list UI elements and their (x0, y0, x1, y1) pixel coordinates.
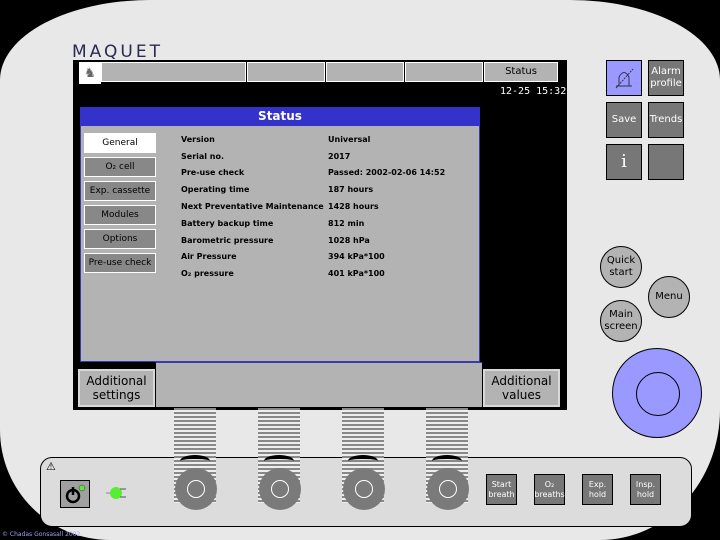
quick-start-button[interactable]: Quick start (600, 246, 642, 288)
start-breath-button[interactable]: Start breath (486, 474, 517, 505)
save-button[interactable]: Save (606, 102, 642, 138)
maquet-logo: MAQUET (72, 42, 163, 62)
row-label-serial: Serial no. (181, 152, 225, 161)
tab-modules[interactable]: Modules (84, 205, 156, 225)
row-value-version: Universal (328, 135, 371, 144)
knob-center (187, 480, 205, 498)
tab-exp-cassette[interactable]: Exp. cassette (84, 181, 156, 201)
row-label-barometric: Barometric pressure (181, 236, 274, 245)
info-button[interactable]: i (606, 144, 642, 180)
row-label-o2-pressure: O₂ pressure (181, 269, 234, 278)
row-label-battery: Battery backup time (181, 219, 274, 228)
row-label-operating-time: Operating time (181, 185, 250, 194)
tab-options[interactable]: Options (84, 229, 156, 249)
row-label-next-maintenance: Next Preventative Maintenance (181, 202, 324, 211)
topbar-tab-4[interactable] (405, 62, 483, 82)
knob-center (271, 480, 289, 498)
exp-hold-button[interactable]: Exp. hold (582, 474, 613, 505)
row-value-pre-use-check: Passed: 2002-02-06 14:52 (328, 168, 446, 177)
direct-access-knob-1[interactable] (175, 468, 217, 510)
copyright-text: © Chadas Gonsasall 2002 (2, 531, 81, 538)
mains-indicator-icon (104, 483, 128, 507)
blank-button[interactable] (648, 144, 684, 180)
row-value-barometric: 1028 hPa (328, 236, 370, 245)
topbar-tab-status[interactable]: Status (484, 62, 558, 82)
main-rotary-dial[interactable] (612, 348, 702, 438)
knob-arc-icon (348, 455, 378, 467)
topbar-tab-1[interactable] (101, 62, 246, 82)
knob-arc-icon (180, 455, 210, 467)
row-label-pre-use-check: Pre-use check (181, 168, 245, 177)
alarm-silence-button[interactable] (606, 60, 642, 96)
row-value-battery: 812 min (328, 219, 365, 228)
row-value-serial: 2017 (328, 152, 351, 161)
main-screen-button[interactable]: Main screen (600, 300, 642, 342)
tab-o2-cell[interactable]: O₂ cell (84, 157, 156, 177)
power-icon (65, 484, 86, 504)
alarm-profile-button[interactable]: Alarm profile (648, 60, 684, 96)
bottom-info-area (155, 362, 483, 408)
knob-arc-icon (432, 455, 462, 467)
row-value-next-maintenance: 1428 hours (328, 202, 379, 211)
warning-icon: ⚠ (46, 460, 56, 473)
alarm-bell-off-icon (615, 68, 634, 89)
trends-button[interactable]: Trends (648, 102, 684, 138)
topbar-tab-2[interactable] (247, 62, 325, 82)
row-value-o2-pressure: 401 kPa*100 (328, 269, 385, 278)
knob-center (439, 480, 457, 498)
power-button[interactable] (60, 480, 90, 508)
direct-access-knob-3[interactable] (343, 468, 385, 510)
main-rotary-dial-center (636, 372, 680, 416)
status-window-title: Status (80, 107, 480, 126)
insp-hold-button[interactable]: Insp. hold (630, 474, 661, 505)
tab-pre-use-check[interactable]: Pre-use check (84, 253, 156, 273)
knob-arc-icon (264, 455, 294, 467)
knob-center (355, 480, 373, 498)
patient-icon: ♞ (84, 65, 96, 81)
additional-settings-button[interactable]: Additional settings (78, 369, 155, 407)
datetime-display: 12-25 15:32 (500, 86, 567, 97)
row-label-air-pressure: Air Pressure (181, 252, 237, 261)
direct-access-knob-4[interactable] (427, 468, 469, 510)
direct-access-knob-2[interactable] (259, 468, 301, 510)
row-value-operating-time: 187 hours (328, 185, 374, 194)
patient-icon-button[interactable]: ♞ (79, 62, 101, 84)
row-label-version: Version (181, 135, 215, 144)
topbar-tab-3[interactable] (326, 62, 404, 82)
additional-values-button[interactable]: Additional values (483, 369, 560, 407)
row-value-air-pressure: 394 kPa*100 (328, 252, 385, 261)
menu-button[interactable]: Menu (648, 276, 690, 318)
tab-general[interactable]: General (84, 133, 156, 153)
o2-breaths-button[interactable]: O₂ breaths (534, 474, 565, 505)
